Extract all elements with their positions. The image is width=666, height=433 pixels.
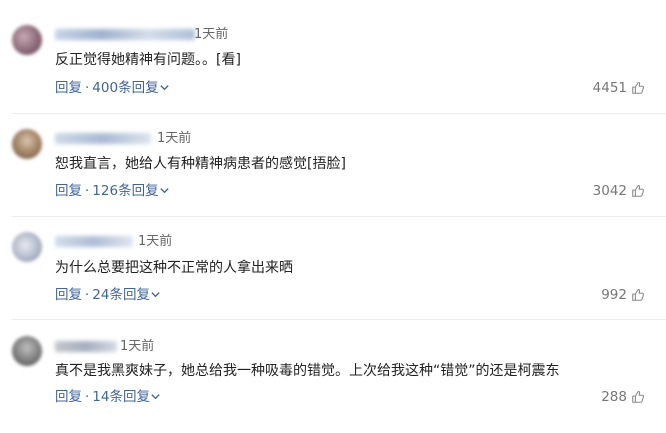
view-replies-button[interactable]: 126条回复 <box>92 183 169 199</box>
comment-text: 恕我直言，她给人有种精神病患者的感觉[捂脸] <box>55 156 346 172</box>
thumbs-up-icon <box>632 289 645 301</box>
separator: · <box>85 287 90 303</box>
replies-count: 24条回复 <box>92 287 150 303</box>
comment-text: 反正觉得她精神有问题。。[看] <box>55 52 241 68</box>
like-count: 288 <box>601 389 627 405</box>
username-blurred[interactable] <box>55 133 151 144</box>
like-count: 992 <box>601 287 627 303</box>
like-count: 4451 <box>592 80 627 96</box>
divider <box>12 319 666 320</box>
comment-time: 1天前 <box>194 27 229 42</box>
chevron-down-icon <box>151 394 160 400</box>
username-blurred[interactable] <box>55 29 195 40</box>
replies-count: 400条回复 <box>92 80 159 96</box>
separator: · <box>85 389 90 405</box>
divider <box>12 216 666 217</box>
reply-button[interactable]: 回复 <box>55 80 82 96</box>
reply-button[interactable]: 回复 <box>55 183 82 199</box>
comment-text: 真不是我黑爽妹子，她总给我一种吸毒的错觉。上次给我这种“错觉”的还是柯震东 <box>55 363 560 379</box>
view-replies-button[interactable]: 24条回复 <box>92 287 161 303</box>
like-button[interactable]: 4451 <box>593 80 645 96</box>
divider <box>12 113 666 114</box>
like-button[interactable]: 992 <box>601 287 645 303</box>
username-blurred[interactable] <box>55 341 117 352</box>
replies-count: 14条回复 <box>92 389 150 405</box>
chevron-down-icon <box>159 85 169 91</box>
comment-time: 1天前 <box>138 234 173 249</box>
replies-count: 126条回复 <box>92 183 159 199</box>
like-button[interactable]: 288 <box>601 389 645 405</box>
avatar[interactable] <box>12 25 42 55</box>
view-replies-button[interactable]: 14条回复 <box>92 389 161 405</box>
thumbs-up-icon <box>632 391 645 403</box>
separator: · <box>85 183 90 199</box>
comment-time: 1天前 <box>120 339 155 354</box>
avatar[interactable] <box>12 129 42 159</box>
thumbs-up-icon <box>632 82 645 94</box>
reply-button[interactable]: 回复 <box>55 287 82 303</box>
like-button[interactable]: 3042 <box>593 183 645 199</box>
comment-actions: 回复 · 400条回复 <box>55 80 170 96</box>
comment-actions: 回复 · 126条回复 <box>55 183 170 199</box>
comment-text: 为什么总要把这种不正常的人拿出来晒 <box>55 260 293 276</box>
avatar[interactable] <box>12 232 42 262</box>
chevron-down-icon <box>151 292 160 298</box>
view-replies-button[interactable]: 400条回复 <box>92 80 169 96</box>
reply-button[interactable]: 回复 <box>55 389 82 405</box>
avatar[interactable] <box>12 336 42 366</box>
comment-actions: 回复 · 14条回复 <box>55 389 161 405</box>
chevron-down-icon <box>159 188 169 194</box>
comment-actions: 回复 · 24条回复 <box>55 287 161 303</box>
like-count: 3042 <box>592 183 627 199</box>
username-blurred[interactable] <box>55 236 133 247</box>
comment-time: 1天前 <box>157 131 192 146</box>
separator: · <box>85 80 90 96</box>
thumbs-up-icon <box>632 185 645 197</box>
